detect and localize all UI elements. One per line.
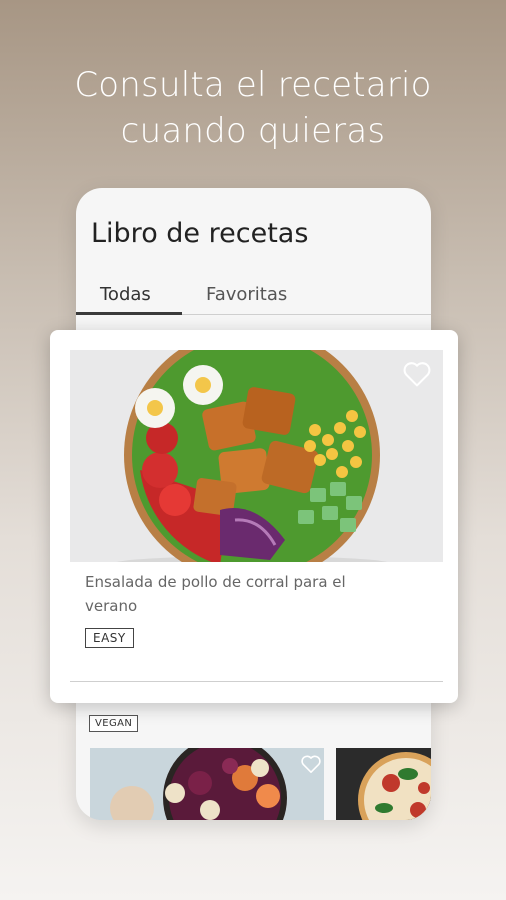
pizza-thumbnail-image	[336, 748, 431, 820]
recipe-title: Ensalada de pollo de corral para el vera…	[85, 573, 346, 615]
recipe-tabs: Todas Favoritas	[76, 276, 431, 315]
featured-recipe-card[interactable]: Ensalada de pollo de corral para el vera…	[50, 330, 458, 703]
headline-line-2: cuando quieras	[120, 111, 386, 151]
page-title: Libro de recetas	[91, 218, 309, 249]
promo-headline: Consulta el recetario cuando quieras	[0, 62, 506, 154]
recipe-thumbnail-pizza[interactable]	[336, 748, 431, 820]
tab-favoritas[interactable]: Favoritas	[206, 284, 287, 305]
active-tab-indicator	[76, 312, 182, 315]
salad-bowl-image	[70, 350, 443, 562]
vegan-badge: VEGAN	[89, 715, 139, 732]
favorite-heart-icon[interactable]	[300, 754, 322, 778]
headline-line-1: Consulta el recetario	[74, 65, 432, 105]
tab-todas[interactable]: Todas	[100, 284, 151, 305]
difficulty-badge: EASY	[85, 628, 134, 648]
recipe-image	[70, 350, 443, 562]
card-divider	[70, 681, 443, 682]
bowl-thumbnail-image	[90, 748, 324, 820]
recipe-thumbnail-bowl[interactable]	[90, 748, 324, 820]
favorite-heart-icon[interactable]	[401, 360, 433, 392]
